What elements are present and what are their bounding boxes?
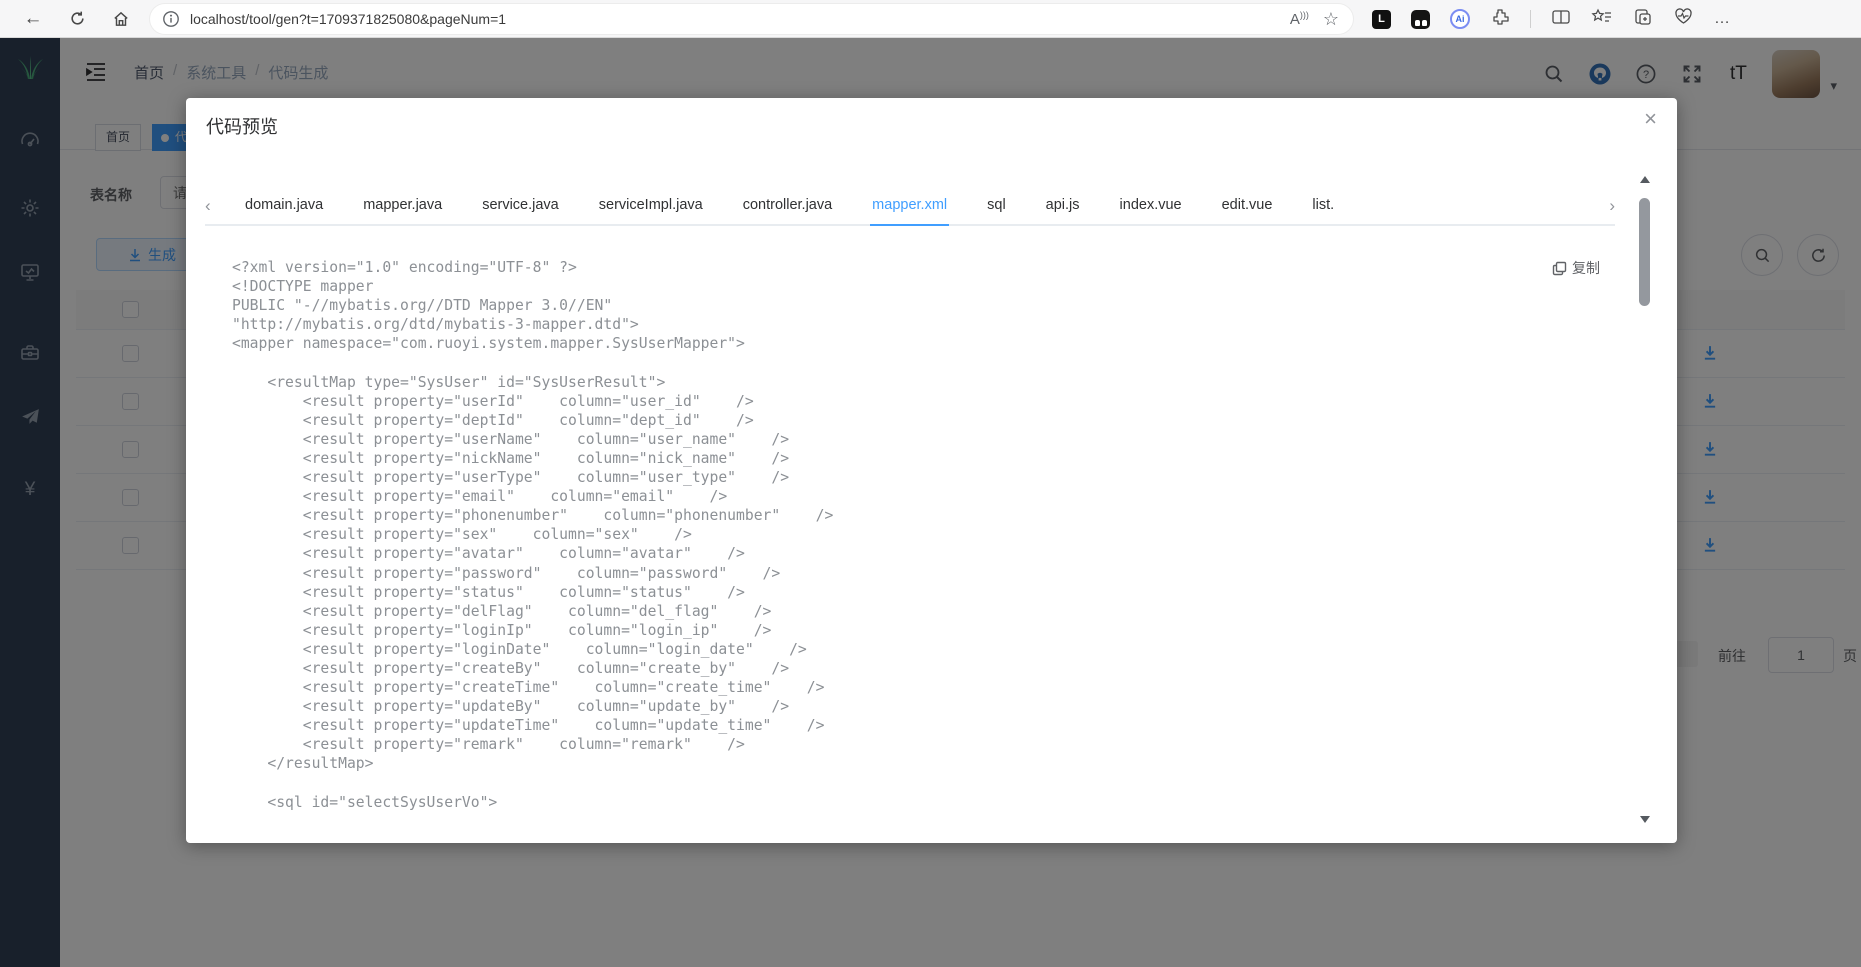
dialog-title: 代码预览 (206, 117, 278, 137)
tab-mapper-java[interactable]: mapper.java (343, 186, 462, 226)
code-content: <?xml version="1.0" encoding="UTF-8" ?> … (232, 259, 834, 811)
tab-domain-java[interactable]: domain.java (225, 186, 343, 226)
split-screen-icon[interactable] (1551, 8, 1571, 31)
file-tabs-bar: ‹ domain.java mapper.java service.java serv… (205, 186, 1615, 226)
collections-icon[interactable] (1633, 7, 1653, 32)
read-aloud-icon[interactable]: A))) (1290, 10, 1309, 28)
tabs-scroll-right-icon[interactable]: › (1609, 196, 1615, 216)
browser-essentials-icon[interactable] (1673, 7, 1694, 31)
browser-refresh-icon[interactable] (60, 4, 94, 34)
tab-service-java[interactable]: service.java (462, 186, 579, 226)
address-bar[interactable]: localhost/tool/gen?t=1709371825080&pageN… (150, 4, 1353, 34)
scrollbar-thumb[interactable] (1639, 198, 1650, 306)
l-extension-icon[interactable]: L (1372, 9, 1391, 29)
tab-mapper-xml[interactable]: mapper.xml (852, 186, 967, 226)
app-background: ¥ 首页 / 系统工具 / 代码生成 ? (0, 38, 1861, 967)
tab-index-vue[interactable]: index.vue (1100, 186, 1202, 226)
code-preview-dialog: 代码预览 × ‹ domain.java mapper.java service.j… (186, 98, 1677, 843)
page-info-icon[interactable] (162, 10, 180, 28)
favorites-bar-icon[interactable] (1591, 8, 1613, 31)
toolbar-divider (1530, 10, 1531, 28)
tab-sql[interactable]: sql (967, 186, 1026, 226)
dialog-scrollbar (1638, 172, 1651, 827)
copy-button-label: 复制 (1572, 260, 1600, 276)
tab-serviceImpl-java[interactable]: serviceImpl.java (579, 186, 723, 226)
tab-edit-vue[interactable]: edit.vue (1202, 186, 1293, 226)
scrollbar-up-arrow[interactable] (1640, 176, 1650, 183)
tab-list-[interactable]: list. (1292, 186, 1354, 226)
browser-home-icon[interactable] (104, 4, 138, 34)
ai-extension-icon[interactable]: Ai (1450, 9, 1470, 29)
favorite-star-icon[interactable]: ☆ (1323, 9, 1339, 30)
file-tabs-list: domain.java mapper.java service.java servic… (225, 186, 1593, 226)
copy-button[interactable]: 复制 (1552, 258, 1600, 278)
url-text[interactable]: localhost/tool/gen?t=1709371825080&pageN… (190, 11, 1290, 27)
tab-controller-java[interactable]: controller.java (723, 186, 852, 226)
browser-toolbar: ← localhost/tool/gen?t=1709371825080&pag… (0, 0, 1861, 38)
extensions-puzzle-icon[interactable] (1490, 7, 1510, 32)
dialog-close-icon[interactable]: × (1644, 108, 1657, 130)
scrollbar-down-arrow[interactable] (1640, 816, 1650, 823)
browser-back-icon[interactable]: ← (16, 4, 50, 34)
tab-api-js[interactable]: api.js (1026, 186, 1100, 226)
tabs-scroll-left-icon[interactable]: ‹ (205, 196, 211, 216)
extensions-row: L Ai … (1372, 0, 1731, 38)
screen: ← localhost/tool/gen?t=1709371825080&pag… (0, 0, 1861, 967)
dark-extension-icon[interactable] (1411, 9, 1430, 29)
browser-more-icon[interactable]: … (1714, 10, 1731, 28)
